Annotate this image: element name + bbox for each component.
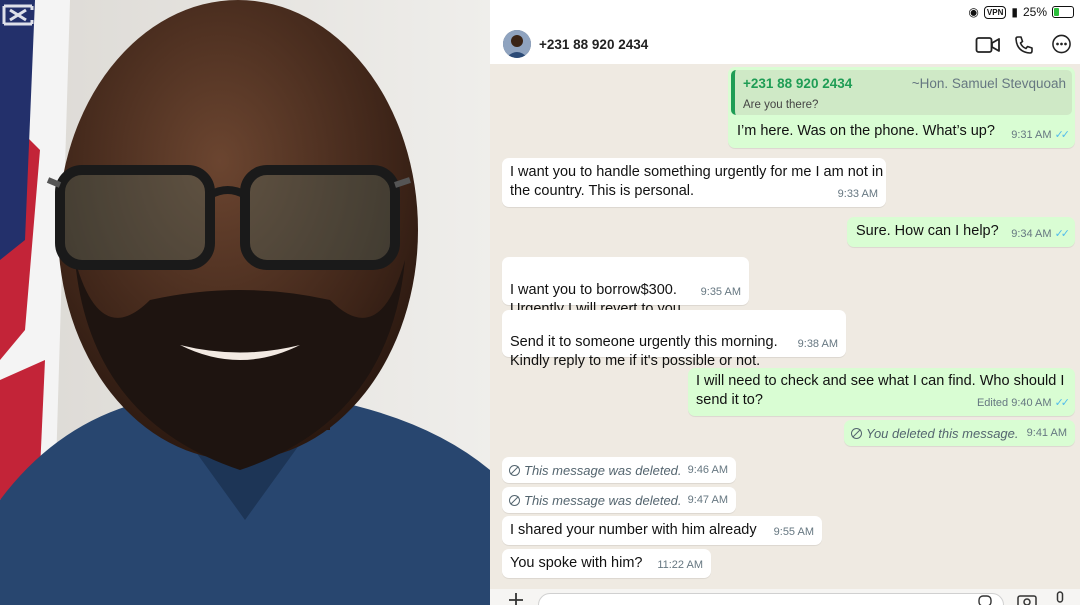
deleted-icon xyxy=(851,428,862,439)
message-composer xyxy=(490,589,1080,605)
lock-icon: ▮ xyxy=(1011,5,1018,19)
capcut-logo-icon xyxy=(2,4,34,26)
message-time: 9:35 AM xyxy=(700,286,741,298)
edited-label: Edited xyxy=(976,397,1009,409)
message-bubble-incoming-deleted[interactable]: This message was deleted. 9:46 AM xyxy=(502,457,736,483)
phone-call-icon[interactable] xyxy=(1014,35,1034,55)
deleted-icon xyxy=(509,495,520,506)
status-bar: ◉ VPN ▮ 25% xyxy=(490,0,1080,26)
portrait-photo xyxy=(0,0,490,605)
vpn-badge: VPN xyxy=(983,5,1007,19)
contact-avatar[interactable] xyxy=(503,30,531,58)
sticker-icon[interactable] xyxy=(978,595,992,605)
read-ticks-icon: ✓✓ xyxy=(1054,228,1071,240)
message-time: 11:22 AM xyxy=(657,559,703,571)
quoted-sender: +231 88 920 2434 xyxy=(743,76,853,91)
message-text: I want you to handle something urgently … xyxy=(510,164,884,199)
chat-screen: ◉ VPN ▮ 25% +231 88 920 2434 +231 88 920… xyxy=(490,0,1080,605)
battery-percent: 25% xyxy=(1022,5,1047,19)
deleted-icon xyxy=(509,465,520,476)
message-text: This message was deleted. xyxy=(524,463,682,478)
message-bubble-incoming[interactable]: You spoke with him? 11:22 AM xyxy=(502,549,711,578)
message-text: I shared your number with him already xyxy=(510,522,757,538)
quoted-text: Are you there? xyxy=(743,99,819,111)
contact-name[interactable]: +231 88 920 2434 xyxy=(539,37,648,52)
message-bubble-outgoing[interactable]: I will need to check and see what I can … xyxy=(688,368,1075,416)
message-bubble-incoming[interactable]: Send it to someone urgently this morning… xyxy=(502,310,846,369)
message-time: 9:31 AM ✓✓ xyxy=(1011,129,1071,141)
read-ticks-icon: ✓✓ xyxy=(1054,397,1071,409)
plus-icon[interactable] xyxy=(508,592,524,605)
read-ticks-icon: ✓✓ xyxy=(1054,129,1071,141)
eye-icon: ◉ xyxy=(968,5,979,19)
quoted-message[interactable]: +231 88 920 2434 ~Hon. Samuel Stevquoah … xyxy=(731,70,1072,115)
message-bubble-outgoing-deleted[interactable]: You deleted this message. 9:41 AM xyxy=(844,420,1075,446)
more-options-icon[interactable] xyxy=(1051,34,1072,54)
message-time: 9:33 AM xyxy=(837,188,878,200)
message-text: You deleted this message. xyxy=(866,426,1019,441)
message-text: I’m here. Was on the phone. What’s up? xyxy=(737,123,995,139)
message-input[interactable] xyxy=(538,593,1004,605)
camera-icon[interactable] xyxy=(1017,593,1037,605)
message-time: 9:41 AM xyxy=(1026,427,1067,439)
message-text: Send it to someone urgently this morning… xyxy=(510,334,778,369)
message-bubble-incoming[interactable]: I want you to borrow$300. Urgently I wil… xyxy=(502,257,749,317)
message-bubble-outgoing[interactable]: Sure. How can I help? 9:34 AM ✓✓ xyxy=(847,217,1075,247)
chat-header: +231 88 920 2434 xyxy=(490,26,1080,64)
portrait-illustration xyxy=(0,0,490,605)
message-text: This message was deleted. xyxy=(524,493,682,508)
video-call-icon[interactable] xyxy=(975,35,1001,55)
message-time: 9:46 AM xyxy=(687,464,728,476)
message-time: 9:47 AM xyxy=(687,494,728,506)
message-bubble-outgoing[interactable]: +231 88 920 2434 ~Hon. Samuel Stevquoah … xyxy=(728,67,1075,148)
message-time: 9:38 AM xyxy=(797,338,838,350)
battery-icon xyxy=(1052,6,1074,18)
message-time: 9:55 AM xyxy=(773,526,814,538)
message-time: 9:34 AM ✓✓ xyxy=(1011,228,1071,240)
message-bubble-incoming[interactable]: I want you to handle something urgently … xyxy=(502,158,886,207)
message-bubble-incoming[interactable]: I shared your number with him already 9:… xyxy=(502,516,822,545)
message-time: Edited 9:40 AM ✓✓ xyxy=(976,397,1071,409)
message-bubble-incoming-deleted[interactable]: This message was deleted. 9:47 AM xyxy=(502,487,736,513)
microphone-icon[interactable] xyxy=(1054,591,1066,605)
quoted-author: ~Hon. Samuel Stevquoah xyxy=(911,76,1066,91)
